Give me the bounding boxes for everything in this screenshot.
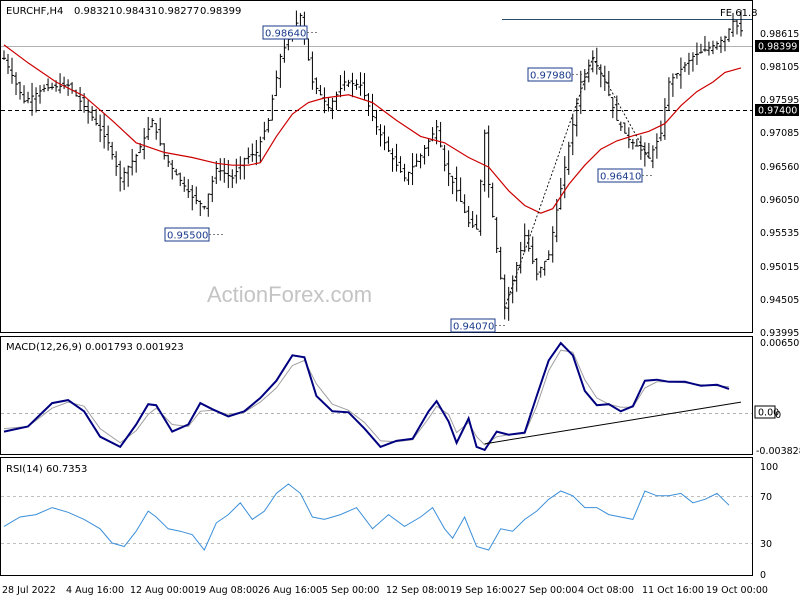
annotation-label: 0.96410 (600, 172, 641, 183)
time-tick: 4 Oct 08:00 (578, 585, 634, 596)
time-tick: 27 Sep 00:00 (514, 585, 577, 596)
time-tick: 19 Aug 08:00 (194, 585, 258, 596)
price-header-high: 0.98431 (116, 6, 157, 17)
macd-y-tick-top: 0.006509 (760, 338, 800, 349)
time-axis: 28 Jul 2022 4 Aug 16:00 12 Aug 00:00 19 … (2, 585, 768, 596)
last-price-box: 0.98399 (755, 40, 799, 53)
time-tick: 19 Oct 00:00 (706, 585, 768, 596)
price-panel (0, 0, 753, 333)
price-y-tick: 0.96560 (760, 162, 799, 173)
annotation-label: 0.94070 (453, 322, 494, 333)
eurchf-h4-chart: ActionForex.com EURCHF,H4 0.98321 0.9843… (0, 0, 800, 596)
price-header-symbol: EURCHF,H4 (6, 6, 63, 17)
time-tick: 19 Sep 16:00 (450, 585, 513, 596)
level-label-97400: 0.97400 (758, 106, 797, 117)
level-box-97400: 0.97400 (755, 104, 799, 117)
price-y-tick: 0.98615 (760, 29, 799, 40)
annotation-label: 0.95500 (167, 231, 208, 242)
time-tick: 12 Aug 00:00 (130, 585, 194, 596)
rsi-y-tick-100: 100 (760, 462, 778, 473)
time-tick: 28 Jul 2022 (2, 585, 56, 596)
rsi-y-tick-30: 30 (760, 539, 772, 550)
fe618-label: FE 61.8 (720, 8, 758, 19)
annotation-label: 0.98640 (265, 29, 306, 40)
rsi-y-tick-0: 0 (760, 570, 766, 581)
macd-title: MACD(12,26,9) 0.001793 0.001923 (6, 342, 184, 353)
price-header-low: 0.98277 (158, 6, 199, 17)
price-y-axis: 0.98615 0.98105 0.97595 0.97085 0.96560 … (760, 29, 799, 339)
macd-zero-box-label: 0.00 (758, 408, 779, 419)
annotation-label: 0.97980 (530, 71, 571, 82)
time-tick: 11 Oct 16:00 (642, 585, 704, 596)
price-header-open: 0.98321 (74, 6, 115, 17)
rsi-panel (0, 457, 753, 576)
price-y-tick: 0.95535 (760, 228, 799, 239)
price-y-tick: 0.97085 (760, 128, 799, 139)
watermark: ActionForex.com (207, 282, 372, 307)
time-tick: 4 Aug 16:00 (66, 585, 124, 596)
last-price-label: 0.98399 (758, 42, 797, 53)
rsi-title: RSI(14) 60.7353 (6, 464, 87, 475)
rsi-y-tick-70: 70 (760, 492, 772, 503)
macd-y-tick-bottom: -0.003828 (756, 446, 800, 457)
price-y-tick: 0.98105 (760, 62, 799, 73)
price-header-close: 0.98399 (200, 6, 241, 17)
time-tick: 5 Sep 00:00 (322, 585, 379, 596)
macd-zero-box: 0.00 (754, 405, 779, 419)
price-y-tick: 0.95015 (760, 262, 799, 273)
price-y-tick: 0.96050 (760, 195, 799, 206)
time-tick: 26 Aug 16:00 (258, 585, 322, 596)
time-tick: 12 Sep 08:00 (386, 585, 449, 596)
price-y-tick: 0.94505 (760, 295, 799, 306)
